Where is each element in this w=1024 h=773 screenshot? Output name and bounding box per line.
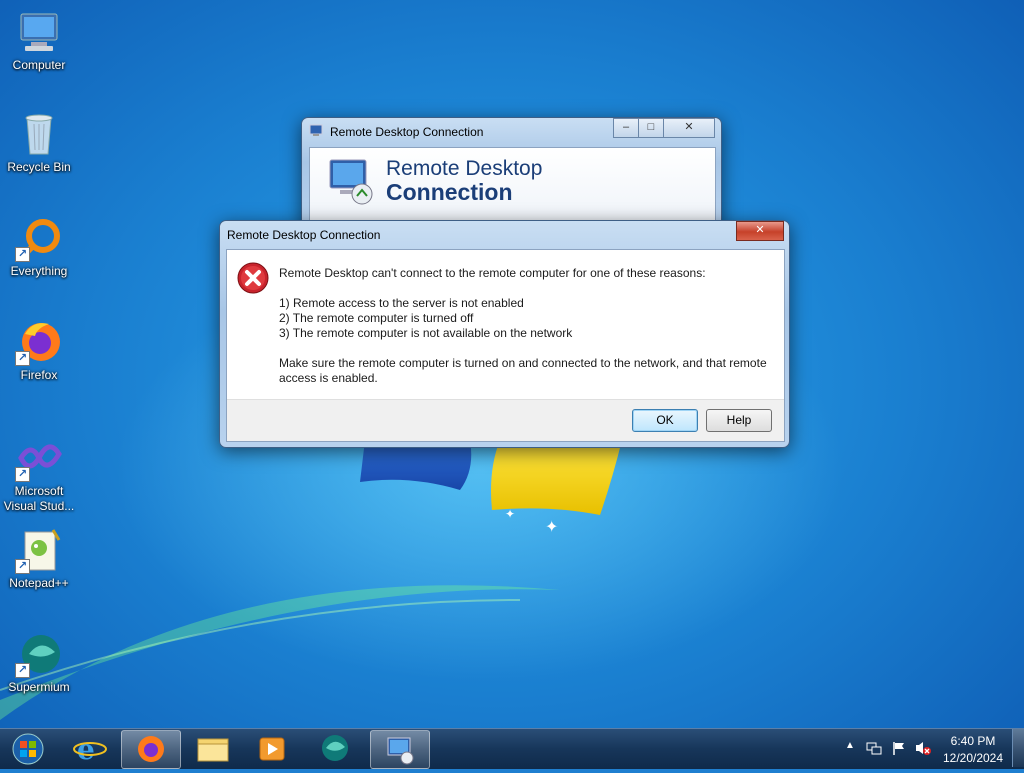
supermium-icon: ↗ [15, 630, 63, 678]
taskbar-supermium[interactable] [306, 730, 364, 767]
ok-button[interactable]: OK [632, 409, 698, 432]
firefox-icon: ↗ [15, 318, 63, 366]
sparkle: ✦ [545, 519, 558, 536]
desktop-icon-label: Supermium [8, 680, 70, 694]
supermium-icon [322, 735, 348, 761]
file-explorer-icon [197, 738, 229, 762]
action-center-flag-icon[interactable] [891, 740, 907, 756]
error-icon [237, 262, 269, 294]
reason-item: 2) The remote computer is turned off [279, 311, 474, 325]
network-icon[interactable] [866, 740, 882, 756]
desktop-icon-computer[interactable]: Computer [2, 8, 76, 73]
dialog-close-button[interactable]: ✕ [736, 221, 784, 241]
volume-muted-icon[interactable] [914, 740, 932, 756]
taskbar-media-player[interactable] [243, 730, 301, 767]
clock-date[interactable]: 12/20/2024 [938, 751, 1008, 765]
desktop-icon-supermium[interactable]: ↗ Supermium [2, 630, 76, 695]
computer-icon [15, 8, 63, 56]
taskbar-firefox[interactable] [121, 730, 181, 769]
shortcut-arrow-icon: ↗ [15, 663, 30, 678]
reason-item: 1) Remote access to the server is not en… [279, 296, 524, 310]
error-message-intro: Remote Desktop can't connect to the remo… [279, 266, 706, 280]
shortcut-arrow-icon: ↗ [15, 247, 30, 262]
shortcut-arrow-icon: ↗ [15, 559, 30, 574]
rdc-main-window: Remote Desktop Connection – □ ✕ Remote D… [301, 117, 722, 229]
firefox-icon [138, 736, 164, 762]
taskbar-internet-explorer[interactable]: e [61, 730, 119, 767]
show-hidden-icons-button[interactable]: ▲ [843, 740, 857, 751]
maximize-button[interactable]: □ [638, 118, 664, 138]
banner-title-line2: Connection [386, 179, 513, 205]
error-dialog: Remote Desktop Connection ✕ Remote Deskt… [219, 220, 790, 448]
svg-text:e: e [77, 733, 95, 766]
taskbar-remote-desktop[interactable] [370, 730, 430, 769]
desktop-icon-recycle-bin[interactable]: Recycle Bin [2, 110, 76, 175]
desktop-icon-firefox[interactable]: ↗ Firefox [2, 318, 76, 383]
dialog-content: Remote Desktop can't connect to the remo… [226, 249, 785, 442]
advice-text-line1: Make sure the remote computer is turned … [279, 356, 767, 370]
close-button[interactable]: ✕ [663, 118, 715, 138]
remote-desktop-logo-icon [326, 156, 376, 206]
wallpaper-swoosh [0, 585, 560, 720]
flag-yellow-pane [491, 440, 622, 515]
desktop-icon-label: Computer [12, 58, 66, 72]
desktop-icon-everything[interactable]: ↗ Everything [2, 214, 76, 279]
taskbar: e ▲ 6:40 PM 12/20/2024 [0, 728, 1024, 769]
help-button[interactable]: Help [706, 409, 772, 432]
dialog-title: Remote Desktop Connection [227, 228, 381, 242]
clock-time[interactable]: 6:40 PM [938, 734, 1008, 748]
desktop-icon-label: Recycle Bin [7, 160, 71, 174]
minimize-button[interactable]: – [613, 118, 639, 138]
notepadpp-icon: ↗ [15, 526, 63, 574]
sparkle: ✦ [505, 507, 515, 521]
show-desktop-button[interactable] [1012, 729, 1024, 767]
desktop-icon-label: Microsoft Visual Stud... [3, 484, 75, 513]
desktop-icon-label: Everything [10, 264, 68, 278]
reason-item: 3) The remote computer is not available … [279, 326, 573, 340]
taskbar-file-explorer[interactable] [184, 730, 242, 767]
desktop: ✦ ✦ Computer Recycle Bin ↗ Everything ↗ … [0, 0, 1024, 728]
dialog-button-bar: OK Help [227, 399, 784, 441]
desktop-icon-notepadpp[interactable]: ↗ Notepad++ [2, 526, 76, 591]
remote-desktop-icon [387, 737, 414, 765]
start-button[interactable] [2, 730, 54, 767]
shortcut-arrow-icon: ↗ [15, 351, 30, 366]
banner-title-line1: Remote Desktop [386, 157, 543, 180]
media-player-icon [259, 737, 285, 761]
shortcut-arrow-icon: ↗ [15, 467, 30, 482]
desktop-icon-visual-studio[interactable]: ↗ Microsoft Visual Stud... [2, 434, 76, 514]
remote-desktop-icon [309, 124, 323, 137]
window-title: Remote Desktop Connection [330, 125, 484, 139]
desktop-icon-label: Notepad++ [9, 576, 69, 590]
desktop-icon-label: Firefox [20, 368, 58, 382]
rdc-banner: Remote Desktop Connection [309, 147, 716, 229]
visual-studio-icon: ↗ [15, 434, 63, 482]
internet-explorer-icon: e [73, 733, 107, 766]
start-orb [12, 733, 44, 765]
recycle-bin-icon [15, 110, 63, 158]
advice-text-line2: access is enabled. [279, 371, 378, 385]
everything-icon: ↗ [15, 214, 63, 262]
